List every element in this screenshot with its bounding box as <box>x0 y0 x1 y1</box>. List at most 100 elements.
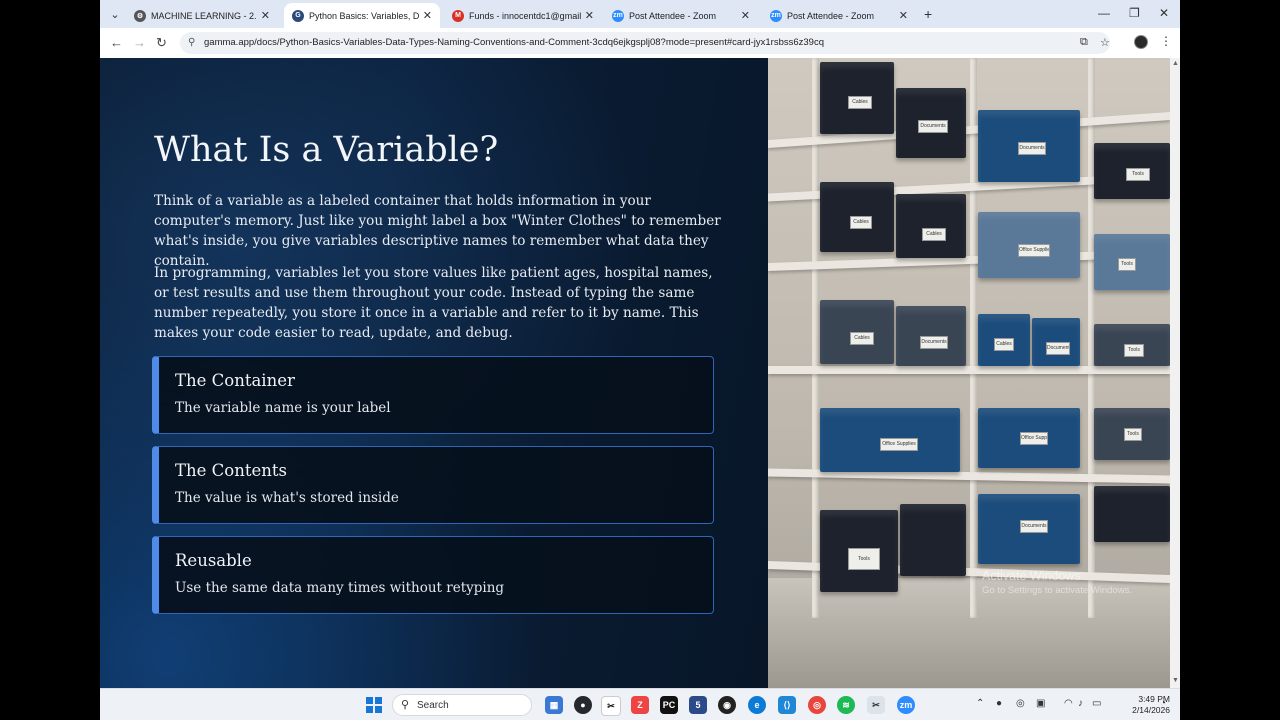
windows-taskbar: ⚲ Search ▦ ● ✂ Z PC 5 ◉ e ⟨⟩ ◎ ≋ ✂ zm ⌃ … <box>100 688 1180 720</box>
back-arrow-icon[interactable]: ← <box>110 35 123 50</box>
storage-box <box>896 194 966 258</box>
window-close-icon[interactable]: ✕ <box>1159 6 1169 20</box>
zoom-taskbar-icon[interactable]: zm <box>897 696 915 714</box>
box-label: Documents <box>1018 142 1046 155</box>
taskbar-search-box[interactable]: ⚲ Search <box>392 694 532 716</box>
store-icon[interactable]: ▦ <box>545 696 563 714</box>
tab-machine-learning[interactable]: ⚙ MACHINE LEARNING - 2. For St ✕ <box>126 3 278 28</box>
obs-icon[interactable]: ◉ <box>718 696 736 714</box>
box-label: Cables <box>994 338 1014 351</box>
bookmark-star-icon[interactable]: ☆ <box>1100 36 1110 49</box>
box-label: Documents <box>1046 342 1070 355</box>
pycharm-icon[interactable]: PC <box>660 696 678 714</box>
address-bar[interactable]: ⚲ gamma.app/docs/Python-Basics-Variables… <box>180 32 1110 54</box>
close-icon[interactable]: ✕ <box>899 9 908 22</box>
shelf-board <box>768 366 1170 374</box>
tab-title: Post Attendee - Zoom <box>629 10 717 21</box>
card-description: The variable name is your label <box>175 400 391 416</box>
tab-zoom-2[interactable]: zm Post Attendee - Zoom ✕ <box>762 3 916 28</box>
tab-gmail-funds[interactable]: M Funds - innocentdc1@gmail.co ✕ <box>444 3 602 28</box>
browser-window: ⌄ ⚙ MACHINE LEARNING - 2. For St ✕ G Pyt… <box>100 0 1180 720</box>
close-icon[interactable]: ✕ <box>423 9 432 22</box>
card-title: Reusable <box>175 551 252 570</box>
box-label: Tools <box>1118 258 1136 271</box>
app-5-icon[interactable]: 5 <box>689 696 707 714</box>
browser-toolbar: ← → ↻ ⚲ gamma.app/docs/Python-Basics-Var… <box>100 28 1180 59</box>
card-title: The Container <box>175 371 295 390</box>
box-label: Documents <box>918 120 948 133</box>
vertical-scrollbar[interactable]: ▲ ▼ <box>1170 58 1180 688</box>
activate-windows-subtext: Go to Settings to activate Windows. <box>982 585 1132 596</box>
minimize-icon[interactable]: — <box>1098 6 1110 20</box>
browser-menu-icon[interactable]: ⋮ <box>1160 34 1172 48</box>
zoom-icon: zm <box>770 9 782 22</box>
search-placeholder: Search <box>417 700 449 711</box>
battery-icon[interactable]: ▭ <box>1092 698 1101 709</box>
activate-windows-watermark: Activate Windows <box>982 569 1081 583</box>
close-icon[interactable]: ✕ <box>261 9 270 22</box>
tab-title: Post Attendee - Zoom <box>787 10 875 21</box>
gmail-icon: M <box>452 9 464 22</box>
edge-icon[interactable]: e <box>748 696 766 714</box>
tab-title: Python Basics: Variables, Data T <box>309 10 419 21</box>
box-label: Office Supplies <box>880 438 918 451</box>
storage-box <box>1094 486 1170 542</box>
close-icon[interactable]: ✕ <box>585 9 594 22</box>
box-label: Tools <box>1124 428 1142 441</box>
box-label: Tools <box>1124 344 1144 357</box>
scroll-down-icon[interactable]: ▼ <box>1172 677 1179 684</box>
maximize-icon[interactable]: ❐ <box>1129 6 1140 20</box>
box-label: Tools <box>1126 168 1150 181</box>
card-reusable: Reusable Use the same data many times wi… <box>152 536 714 614</box>
zotero-icon[interactable]: Z <box>631 696 649 714</box>
card-description: Use the same data many times without ret… <box>175 580 505 596</box>
wifi-icon[interactable]: ◠ <box>1064 698 1073 709</box>
storage-box <box>900 504 966 576</box>
tray-app-icon[interactable]: ▣ <box>1036 698 1045 709</box>
box-label: Tools <box>848 548 880 570</box>
new-tab-plus-icon[interactable]: + <box>924 6 932 22</box>
github-icon[interactable]: ● <box>574 696 592 714</box>
spotify-icon[interactable]: ≋ <box>837 696 855 714</box>
tab-python-basics[interactable]: G Python Basics: Variables, Data T ✕ <box>284 3 440 28</box>
tray-app-icon[interactable]: ● <box>996 698 1002 709</box>
profile-avatar[interactable] <box>1134 35 1148 49</box>
close-icon[interactable]: ✕ <box>741 9 750 22</box>
box-label: Documents <box>1020 520 1048 533</box>
shelf-divider <box>970 58 977 618</box>
snipping-tool-icon[interactable]: ✂ <box>867 696 885 714</box>
box-label: Office Supplies <box>1018 244 1050 257</box>
windows-start-icon[interactable] <box>366 697 382 713</box>
capcut-icon[interactable]: ✂ <box>601 696 621 716</box>
site-info-icon[interactable]: ⚲ <box>188 37 195 48</box>
box-label: Cables <box>850 216 872 229</box>
volume-icon[interactable]: ♪ <box>1078 698 1083 709</box>
box-label: Documents <box>920 336 948 349</box>
forward-arrow-icon[interactable]: → <box>133 35 146 50</box>
reload-icon[interactable]: ↻ <box>156 35 167 51</box>
slide-text-panel: What Is a Variable? Think of a variable … <box>100 58 768 688</box>
tab-title: Funds - innocentdc1@gmail.co <box>469 10 581 21</box>
box-label: Office Supplies <box>1020 432 1048 445</box>
vscode-icon[interactable]: ⟨⟩ <box>778 696 796 714</box>
tray-chevron-up-icon[interactable]: ⌃ <box>976 698 984 709</box>
notification-bell-icon[interactable]: ◔ <box>1160 698 1166 709</box>
scroll-up-icon[interactable]: ▲ <box>1172 60 1179 67</box>
search-icon: ⚲ <box>401 699 410 711</box>
tab-title: MACHINE LEARNING - 2. For St <box>151 10 257 21</box>
card-the-container: The Container The variable name is your … <box>152 356 714 434</box>
card-description: The value is what's stored inside <box>175 490 399 506</box>
tab-zoom-1[interactable]: zm Post Attendee - Zoom ✕ <box>604 3 758 28</box>
chrome-icon[interactable]: ◎ <box>808 696 826 714</box>
slide-paragraph-1: Think of a variable as a labeled contain… <box>154 193 721 269</box>
gamma-icon: G <box>292 9 304 22</box>
url-text[interactable]: gamma.app/docs/Python-Basics-Variables-D… <box>204 37 824 48</box>
tab-search-chevron-icon[interactable]: ⌄ <box>106 5 124 23</box>
openai-icon: ⚙ <box>134 9 146 22</box>
slide-title: What Is a Variable? <box>154 130 499 170</box>
zoom-icon: zm <box>612 9 624 22</box>
box-label: Cables <box>848 96 872 109</box>
cast-icon[interactable]: ⧉ <box>1080 36 1088 49</box>
tray-app-icon[interactable]: ◎ <box>1016 698 1025 709</box>
card-the-contents: The Contents The value is what's stored … <box>152 446 714 524</box>
